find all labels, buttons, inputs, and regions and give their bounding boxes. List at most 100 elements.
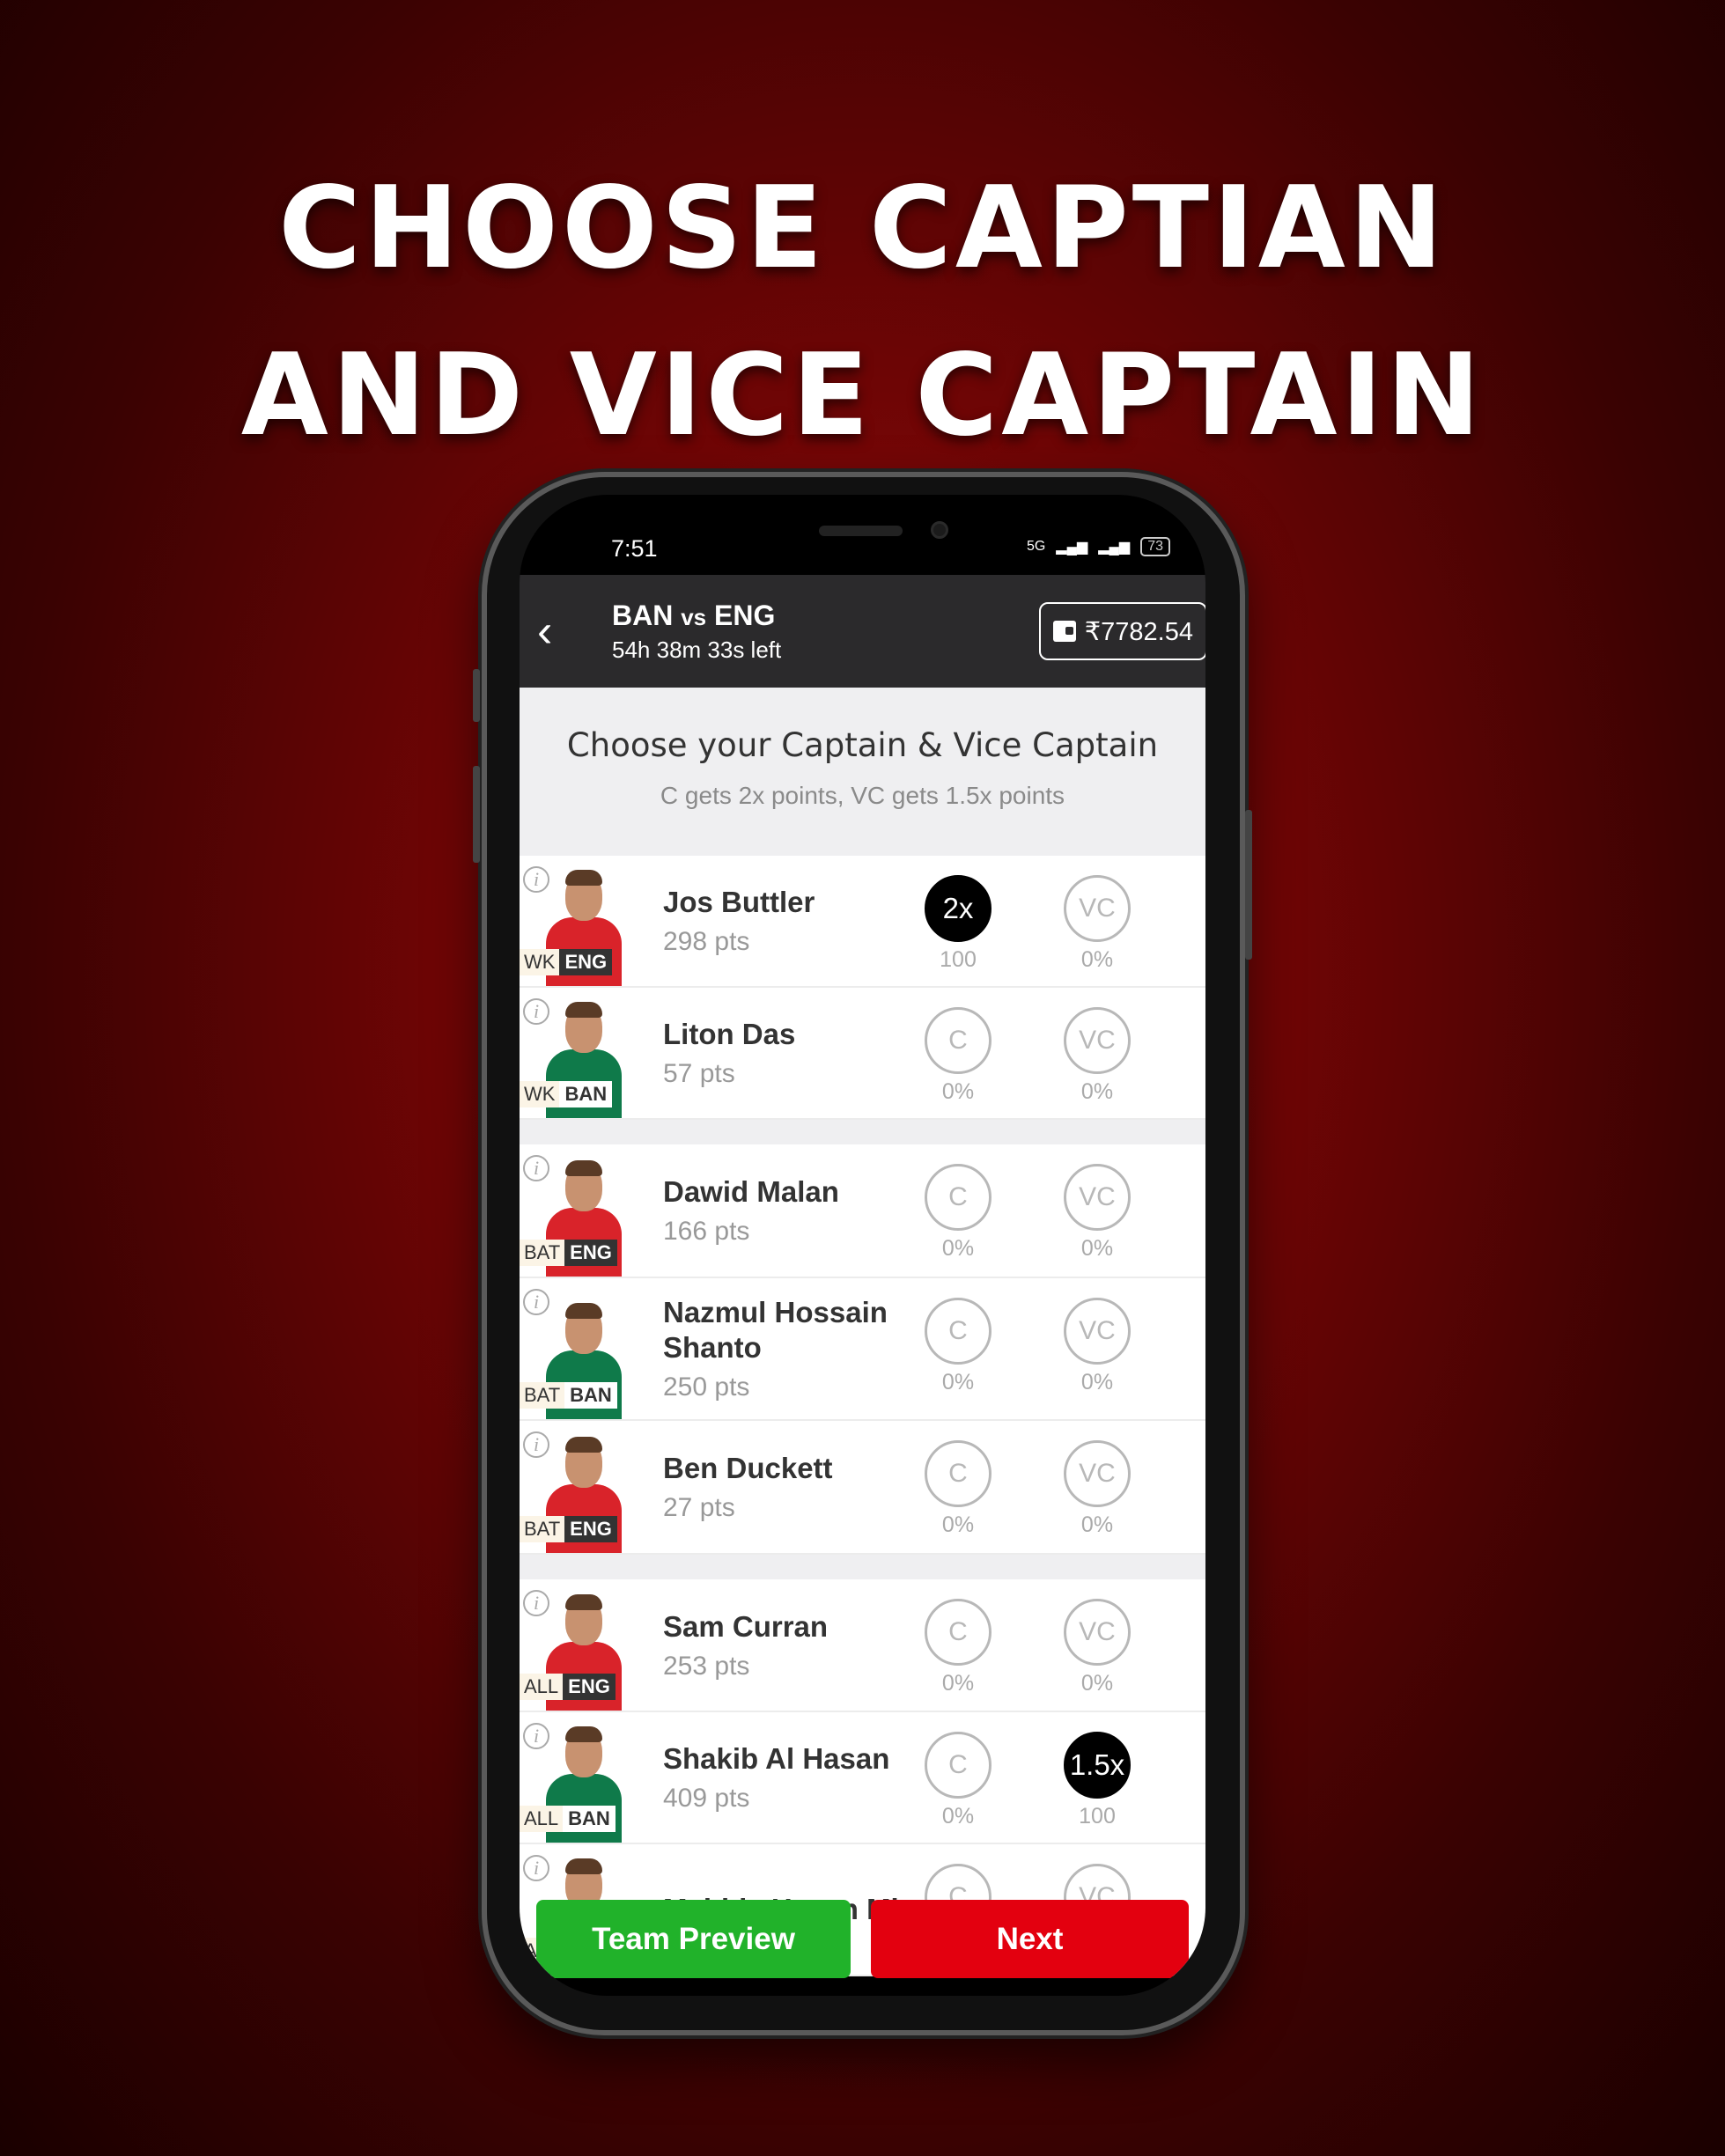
player-row: i WK BAN Liton Das 57 pts C 0% VC 0% [520,988,1205,1120]
player-points: 253 pts [663,1651,750,1681]
signal-icon: ▂▄▆ [1056,540,1088,555]
player-points: 250 pts [663,1372,750,1402]
player-name: Dawid Malan [663,1175,839,1208]
captain-button[interactable]: C [925,1007,992,1074]
vice-captain-selection-value: 0% [1080,1079,1114,1104]
role-label: WK [520,1081,560,1107]
vice-captain-button[interactable]: VC [1064,875,1131,942]
vice-captain-button[interactable]: VC [1064,1440,1131,1507]
captain-selection-value: 0% [941,1079,975,1104]
status-bar: 7:51 5G ▂▄▆ ▂▄▆ 73 [520,495,1205,575]
player-hair [565,1002,602,1018]
team1: BAN [612,600,674,631]
player-info: Sam Curran 253 pts [663,1579,954,1711]
role-team-badge: WK BAN [520,1081,613,1107]
phone-side-button [473,766,480,863]
vice-captain-selection-value: 0% [1080,1370,1114,1394]
player-name: Jos Buttler [663,886,815,918]
role-team-badge: WK ENG [520,949,613,975]
player-points: 57 pts [663,1059,735,1088]
role-label: ALL [520,1674,564,1700]
captain-selection-value: 0% [941,1671,975,1696]
chevron-left-icon[interactable]: ‹ [537,608,552,654]
role-team-badge: ALL ENG [520,1674,616,1700]
bottom-actions: Team Preview Next [520,1900,1205,1988]
next-button[interactable]: Next [871,1900,1189,1978]
team-label: BAN [563,1806,616,1832]
camera [931,521,948,539]
battery-icon: 73 [1140,537,1170,556]
player-points: 166 pts [663,1217,750,1246]
player-name: Sam Curran [663,1609,829,1643]
vice-captain-selector[interactable]: VC 0% [1062,1164,1132,1262]
intro-panel: Choose your Captain & Vice Captain C get… [520,688,1205,856]
captain-selection-value: 0% [941,1236,975,1261]
captain-selection-value: 0% [941,1804,975,1829]
role-team-badge: BAT ENG [520,1516,617,1542]
vice-captain-button[interactable]: 1.5x [1064,1732,1131,1799]
captain-button[interactable]: C [925,1732,992,1799]
phone-side-button [473,669,480,722]
team2: ENG [714,600,776,631]
vice-captain-button[interactable]: VC [1064,1298,1131,1365]
player-points: 27 pts [663,1493,735,1522]
team-preview-button[interactable]: Team Preview [536,1900,851,1978]
player-info: Dawid Malan 166 pts [663,1144,954,1277]
captain-selection-value: 0% [941,1512,975,1537]
player-hair [565,1160,602,1176]
match-title: BAN vs ENG [612,600,775,632]
player-row: i WK ENG Jos Buttler 298 pts 2x 100 VC 0% [520,856,1205,988]
captain-button[interactable]: C [925,1440,992,1507]
section-divider [520,1555,1205,1579]
vice-captain-selector[interactable]: 1.5x 100 [1062,1732,1132,1829]
player-hair [565,1303,602,1319]
role-label: ALL [520,1806,564,1832]
player-hair [565,1437,602,1453]
captain-selector[interactable]: C 0% [923,1599,993,1696]
headline-line-2: AND VICE CAPTAIN [240,330,1485,461]
player-name: Liton Das [663,1018,796,1050]
vice-captain-selection-value: 100 [1079,1804,1116,1829]
role-label: BAT [520,1516,565,1542]
vice-captain-selection-value: 0% [1080,1512,1114,1537]
captain-button[interactable]: 2x [925,875,992,942]
captain-button[interactable]: C [925,1164,992,1231]
captain-button[interactable]: C [925,1599,992,1666]
role-label: BAT [520,1382,565,1409]
captain-selector[interactable]: C 0% [923,1732,993,1829]
role-label: WK [520,949,560,975]
vice-captain-selector[interactable]: VC 0% [1062,1440,1132,1538]
vice-captain-selector[interactable]: VC 0% [1062,1007,1132,1105]
vice-captain-button[interactable]: VC [1064,1007,1131,1074]
player-points: 298 pts [663,927,750,956]
player-row: i BAT ENG Ben Duckett 27 pts C 0% VC 0% [520,1421,1205,1555]
captain-selection-value: 100 [940,947,977,972]
player-info: Shakib Al Hasan 409 pts [663,1712,954,1843]
captain-selector[interactable]: C 0% [923,1440,993,1538]
section-divider [520,1120,1205,1144]
vice-captain-selector[interactable]: VC 0% [1062,875,1132,973]
vice-captain-button[interactable]: VC [1064,1164,1131,1231]
captain-selector[interactable]: C 0% [923,1007,993,1105]
player-row: i ALL ENG Sam Curran 253 pts C 0% VC 0% [520,1579,1205,1712]
player-name: Shakib Al Hasan [663,1742,890,1775]
vice-captain-button[interactable]: VC [1064,1599,1131,1666]
vice-captain-selector[interactable]: VC 0% [1062,1298,1132,1395]
player-hair [565,1594,602,1610]
wallet-button[interactable]: ₹7782.54 [1038,602,1205,660]
vice-captain-selector[interactable]: VC 0% [1062,1599,1132,1696]
team-label: BAN [559,1081,613,1107]
time-left: 54h 38m 33s left [612,636,782,663]
player-list[interactable]: i WK ENG Jos Buttler 298 pts 2x 100 VC 0% i WK BAN L… [520,856,1205,1976]
role-team-badge: ALLBAN [520,1806,616,1832]
captain-selection-value: 0% [941,1370,975,1394]
team-label: ENG [563,1674,616,1700]
captain-selector[interactable]: C 0% [923,1164,993,1262]
wallet-balance: ₹7782.54 [1084,617,1193,646]
vice-captain-selection-value: 0% [1080,1236,1114,1261]
intro-title: Choose your Captain & Vice Captain [566,726,1159,764]
captain-selector[interactable]: C 0% [923,1298,993,1395]
captain-selector[interactable]: 2x 100 [923,875,993,973]
captain-button[interactable]: C [925,1298,992,1365]
player-info: Nazmul Hossain Shanto 250 pts [663,1278,954,1419]
